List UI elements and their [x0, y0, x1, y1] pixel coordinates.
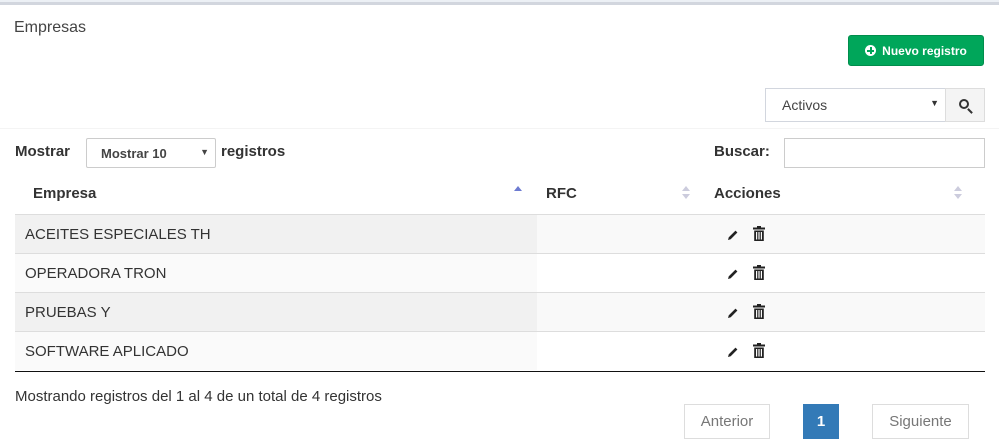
new-record-label: Nuevo registro — [882, 43, 967, 58]
next-page-button[interactable]: Siguiente — [872, 404, 969, 439]
page-title: Empresas — [14, 19, 87, 36]
empresas-panel: Empresas Nuevo registro Activos ▼ Mostra… — [0, 2, 999, 441]
status-filter-value: Activos — [782, 97, 828, 113]
search-label: Buscar: — [714, 143, 770, 160]
previous-page-button[interactable]: Anterior — [684, 404, 770, 439]
table-row: ACEITES ESPECIALES TH — [15, 214, 985, 253]
pencil-icon[interactable] — [727, 346, 739, 358]
empresa-name: SOFTWARE APLICADO — [25, 343, 189, 360]
search-icon — [958, 98, 969, 109]
caret-down-icon: ▼ — [200, 147, 209, 157]
show-label: Mostrar — [15, 143, 71, 160]
page-length-value: Mostrar 10 — [101, 146, 167, 161]
sort-icon — [682, 186, 690, 200]
column-header-empresa[interactable]: Empresa — [33, 185, 96, 202]
pencil-icon[interactable] — [727, 229, 739, 241]
table-row: PRUEBAS Y — [15, 292, 985, 331]
table-info: Mostrando registros del 1 al 4 de un tot… — [15, 388, 382, 405]
page-length-select[interactable]: Mostrar 10 ▼ — [86, 138, 216, 168]
records-label: registros — [221, 143, 286, 160]
empresa-name: OPERADORA TRON — [25, 265, 167, 282]
empresa-name: PRUEBAS Y — [25, 304, 111, 321]
trash-icon[interactable] — [753, 226, 765, 241]
status-filter-select[interactable]: Activos ▼ — [765, 88, 946, 122]
empresa-name: ACEITES ESPECIALES TH — [25, 226, 211, 243]
trash-icon[interactable] — [753, 265, 765, 280]
page-1-button[interactable]: 1 — [803, 404, 839, 439]
pencil-icon[interactable] — [727, 268, 739, 280]
trash-icon[interactable] — [753, 343, 765, 358]
table-search-input[interactable] — [784, 138, 985, 168]
column-header-acciones[interactable]: Acciones — [714, 185, 781, 202]
divider — [0, 128, 999, 129]
table-footer-border — [15, 371, 985, 372]
table-row: OPERADORA TRON — [15, 253, 985, 292]
sort-icon — [954, 186, 962, 200]
new-record-button[interactable]: Nuevo registro — [848, 35, 984, 66]
filter-search-button[interactable] — [945, 88, 985, 122]
plus-circle-icon — [865, 45, 877, 56]
pencil-icon[interactable] — [727, 307, 739, 319]
trash-icon[interactable] — [753, 304, 765, 319]
table-row: SOFTWARE APLICADO — [15, 331, 985, 370]
caret-down-icon: ▼ — [930, 98, 939, 108]
column-header-rfc[interactable]: RFC — [546, 185, 577, 202]
sort-asc-icon — [514, 186, 522, 200]
